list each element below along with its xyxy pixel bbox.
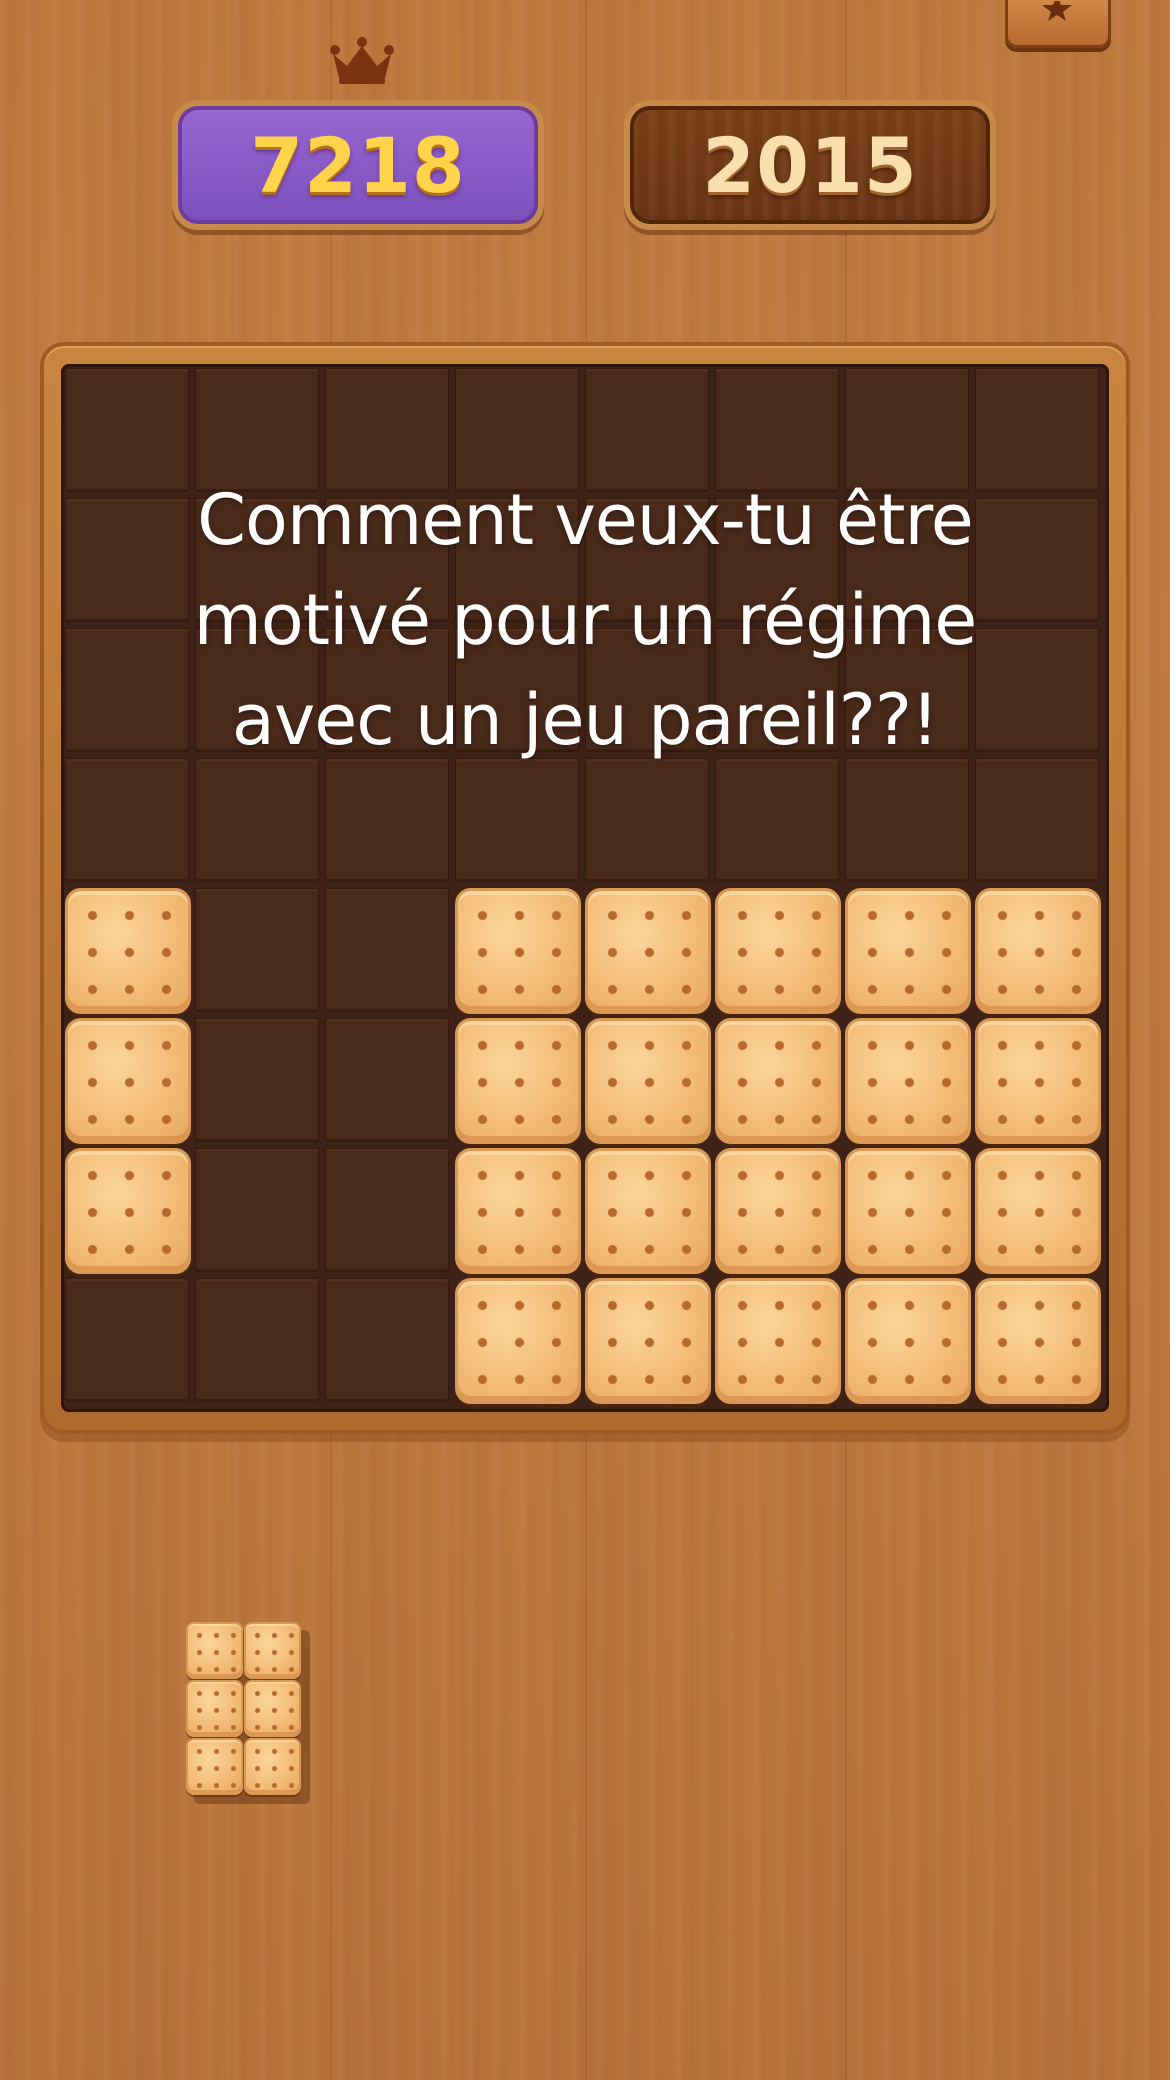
empty-cell [195, 888, 319, 1012]
tray-cracker-block [186, 1622, 243, 1679]
tray-cracker-block [244, 1622, 301, 1679]
empty-cell [455, 758, 579, 882]
empty-cell [65, 758, 189, 882]
cracker-block [975, 1018, 1101, 1144]
cracker-block [585, 1148, 711, 1274]
cracker-block [715, 1278, 841, 1404]
empty-cell [325, 758, 449, 882]
cracker-block [65, 1148, 191, 1274]
empty-cell [195, 758, 319, 882]
cracker-block [975, 888, 1101, 1014]
caption-overlay: Comment veux-tu être motivé pour un régi… [60, 470, 1110, 770]
cracker-block [585, 888, 711, 1014]
tray-cracker-block [244, 1680, 301, 1737]
cracker-block [65, 888, 191, 1014]
caption-line: Comment veux-tu être [197, 479, 974, 561]
caption-line: motivé pour un régime [193, 579, 978, 661]
cracker-block [845, 1018, 971, 1144]
cracker-block [715, 1018, 841, 1144]
cracker-block [845, 888, 971, 1014]
cracker-block [975, 1148, 1101, 1274]
star-icon [1042, 1, 1072, 21]
empty-cell [65, 1278, 189, 1402]
cracker-block [455, 1148, 581, 1274]
best-score-value: 7218 [250, 121, 466, 210]
caption-line: avec un jeu pareil??! [231, 679, 939, 761]
empty-cell [195, 1148, 319, 1272]
empty-cell [325, 1278, 449, 1402]
cracker-block [845, 1148, 971, 1274]
current-score-value: 2015 [702, 121, 918, 210]
cracker-block [455, 1278, 581, 1404]
cracker-block [715, 888, 841, 1014]
empty-cell [325, 1018, 449, 1142]
cracker-block [65, 1018, 191, 1144]
empty-cell [195, 1278, 319, 1402]
empty-cell [715, 758, 839, 882]
cracker-block [845, 1278, 971, 1404]
empty-cell [845, 758, 969, 882]
tray-cracker-block [186, 1738, 243, 1795]
cracker-block [975, 1278, 1101, 1404]
empty-cell [325, 888, 449, 1012]
tray-cracker-block [186, 1680, 243, 1737]
cracker-block [585, 1018, 711, 1144]
tray-piece[interactable] [186, 1622, 310, 1804]
tray-cracker-block [244, 1738, 301, 1795]
empty-cell [585, 758, 709, 882]
cracker-block [455, 1018, 581, 1144]
cracker-block [455, 888, 581, 1014]
empty-cell [325, 1148, 449, 1272]
crown-icon [330, 37, 394, 84]
empty-cell [975, 758, 1099, 882]
best-score-panel: 7218 [172, 100, 544, 230]
current-score-panel: 2015 [624, 100, 996, 230]
cracker-block [715, 1148, 841, 1274]
cracker-block [585, 1278, 711, 1404]
settings-button[interactable] [1005, 0, 1111, 48]
empty-cell [195, 1018, 319, 1142]
